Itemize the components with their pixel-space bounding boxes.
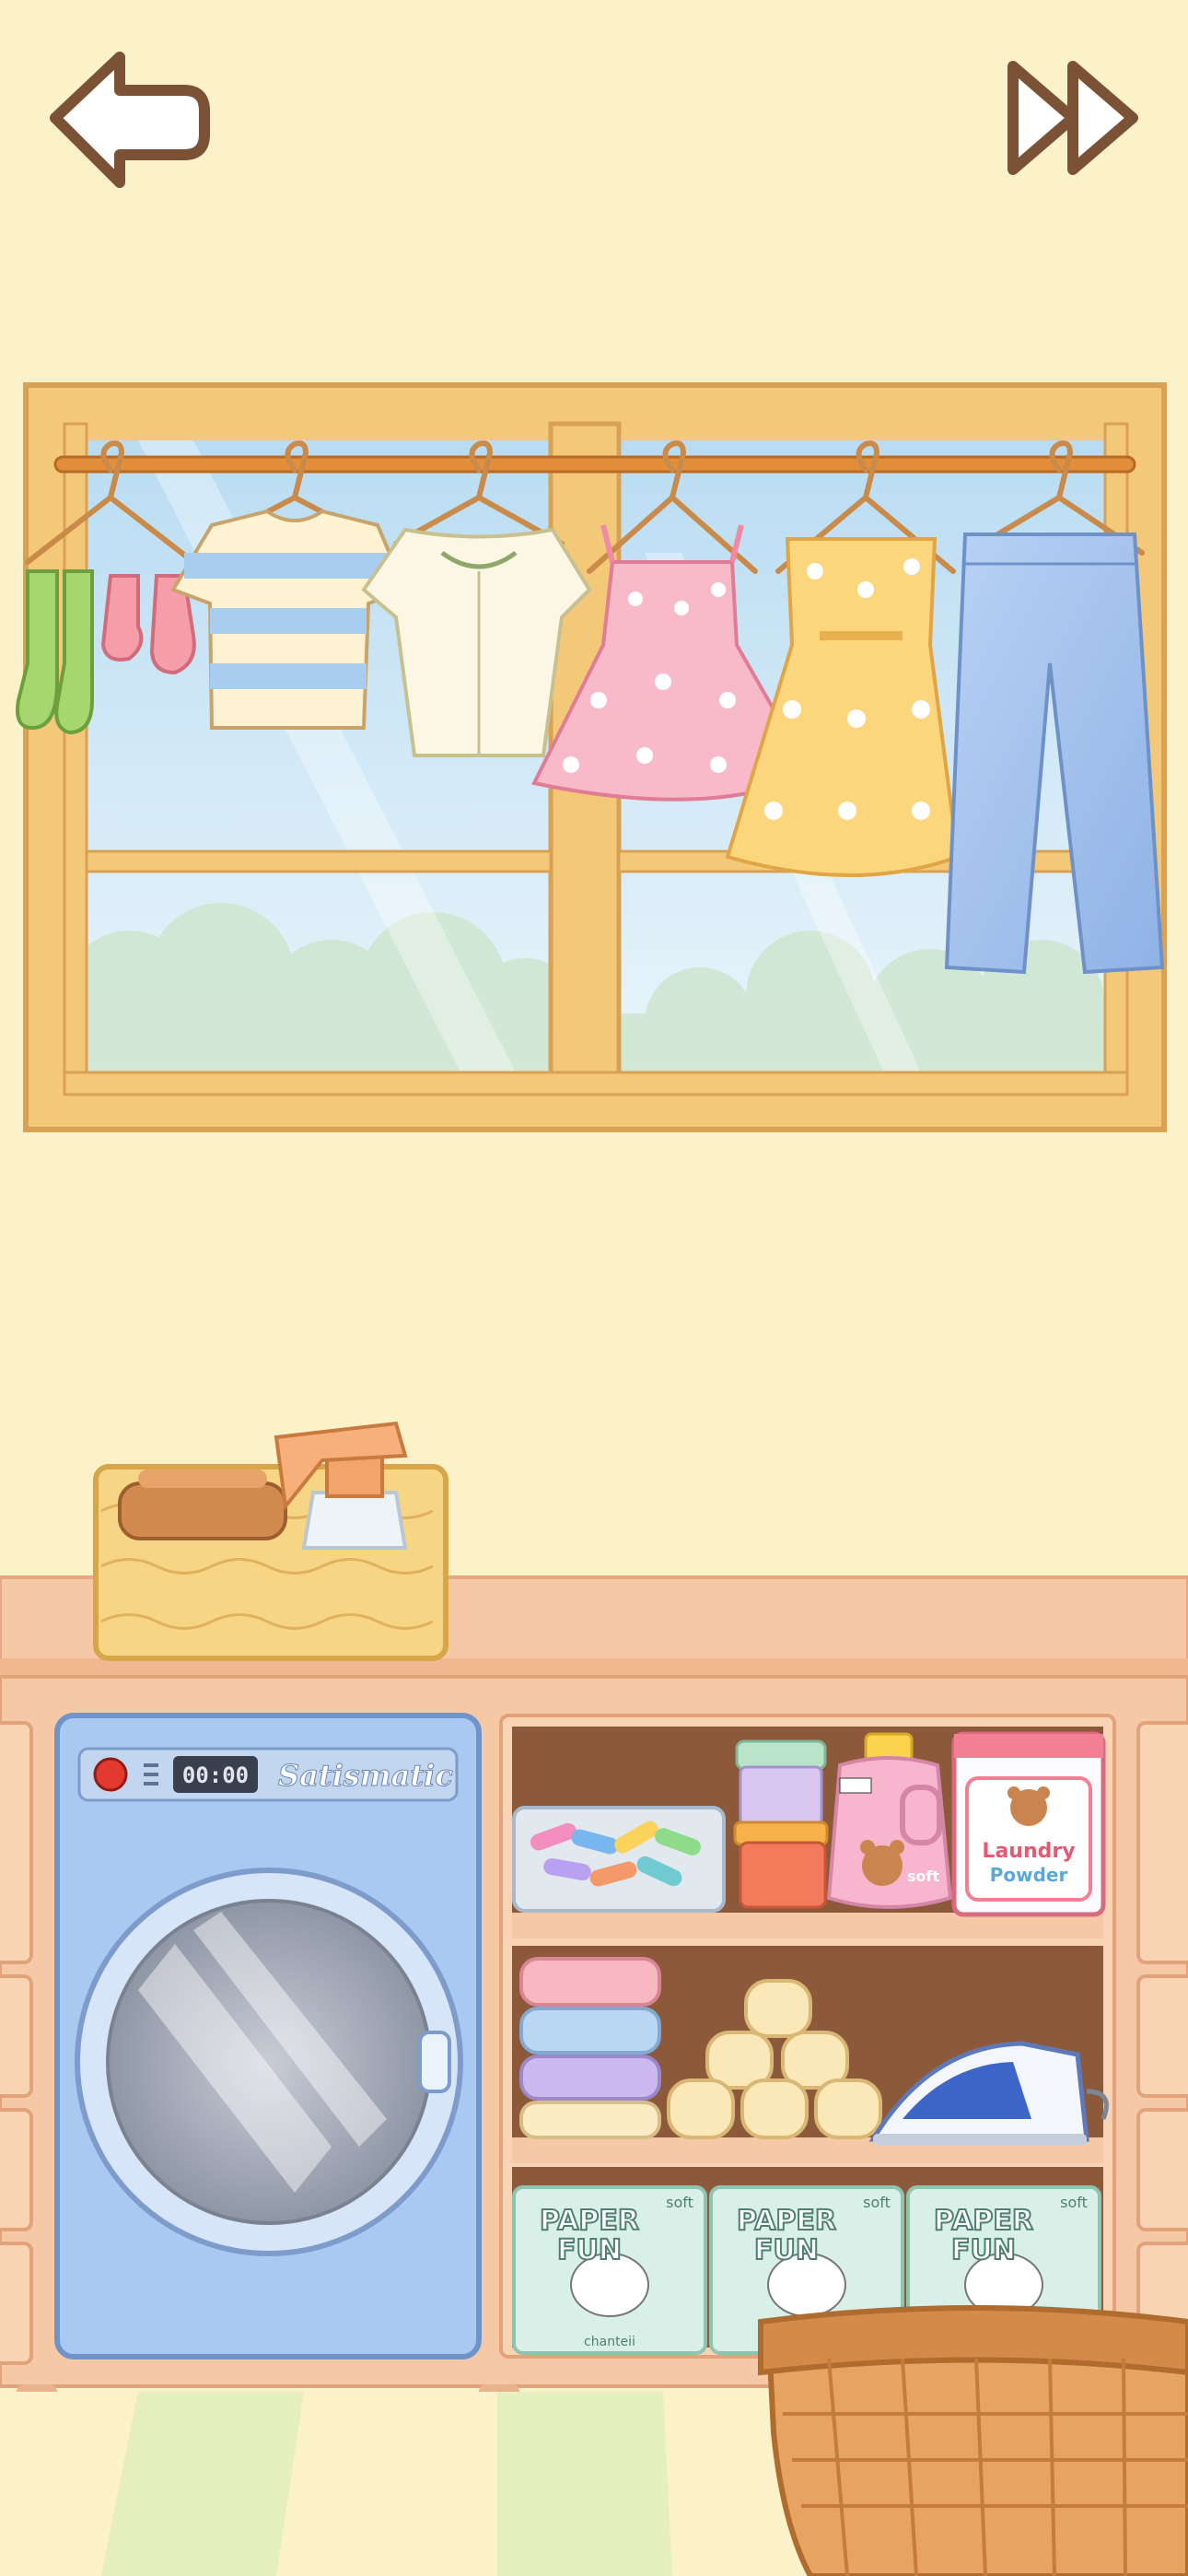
washer-brand: Satismatic xyxy=(278,1758,453,1793)
laundry-basket[interactable] xyxy=(758,2305,1188,2576)
folded-towels[interactable] xyxy=(519,1957,661,2139)
paper-pack-3-line1: PAPER xyxy=(934,2205,1033,2237)
left-drawers xyxy=(0,1721,33,2365)
jar-stack[interactable] xyxy=(733,1739,829,1909)
power-button[interactable] xyxy=(93,1757,128,1792)
paper-pack-1-soft: soft xyxy=(666,2194,693,2211)
timer-text: 00:00 xyxy=(182,1762,249,1788)
paper-pack-2-line1: PAPER xyxy=(737,2205,836,2237)
paper-pack-1-line2: FUN xyxy=(557,2234,622,2266)
paper-pack-3-soft: soft xyxy=(1060,2194,1088,2211)
hanging-rod xyxy=(53,455,1136,474)
paper-pack-1-line1: PAPER xyxy=(540,2205,639,2237)
scrub-brush[interactable] xyxy=(118,1469,287,1540)
paper-pack-2-line2: FUN xyxy=(754,2234,819,2266)
clothespin-bin[interactable] xyxy=(512,1806,726,1913)
paper-pack-2-soft: soft xyxy=(863,2194,891,2211)
paper-pack-1-brand: chanteii xyxy=(584,2335,635,2349)
powder-label-line2: Powder xyxy=(990,1864,1068,1886)
paper-pack-3-line2: FUN xyxy=(951,2234,1016,2266)
laundry-powder-box[interactable] xyxy=(951,1731,1106,1917)
laundry-room-scene: 00:00 Satismatic soft Laundry Powder PAP… xyxy=(0,0,1188,2576)
detergent-label: soft xyxy=(907,1868,939,1885)
right-drawers xyxy=(1136,1721,1188,2365)
washing-machine[interactable] xyxy=(54,1713,482,2359)
powder-label-line1: Laundry xyxy=(982,1840,1075,1863)
